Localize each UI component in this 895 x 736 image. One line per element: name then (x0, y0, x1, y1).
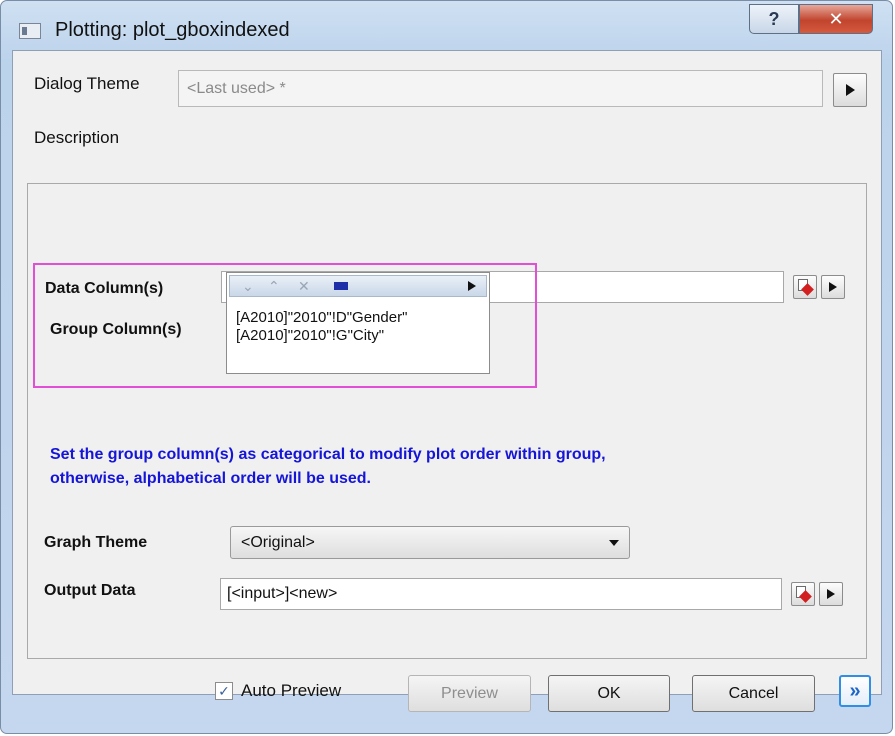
auto-preview-label[interactable]: Auto Preview (241, 681, 341, 701)
output-data-label: Output Data (44, 582, 136, 599)
group-list-toolbar: ⌄ ⌃ ✕ (229, 275, 487, 297)
graph-theme-select[interactable]: <Original> (230, 526, 630, 559)
select-bar-icon[interactable] (334, 282, 348, 290)
output-data-field[interactable]: [<input>]<new> (220, 578, 782, 610)
group-order-note: Set the group column(s) as categorical t… (50, 443, 606, 491)
window-title: Plotting: plot_gboxindexed (55, 19, 290, 41)
help-button[interactable]: ? (749, 4, 799, 34)
graph-theme-value: <Original> (241, 534, 315, 551)
dialog-body: Dialog Theme <Last used> * Description D… (12, 50, 882, 695)
triangle-right-icon (827, 589, 835, 599)
dialog-theme-label: Dialog Theme (34, 74, 140, 93)
delete-x-icon[interactable]: ✕ (298, 278, 310, 294)
double-chevron-right-icon: » (849, 679, 861, 702)
expand-more-button[interactable]: » (839, 675, 871, 707)
list-item[interactable]: [A2010]"2010"!G"City" (227, 327, 489, 345)
group-columns-list[interactable]: ⌄ ⌃ ✕ [A2010]"2010"!D"Gender" [A2010]"20… (226, 272, 490, 374)
group-columns-label: Group Column(s) (50, 321, 182, 338)
data-columns-picker-button[interactable] (793, 275, 817, 299)
note-line-1: Set the group column(s) as categorical t… (50, 446, 606, 463)
preview-button[interactable]: Preview (408, 675, 531, 712)
close-icon: ✕ (828, 8, 844, 29)
down-chevron-icon[interactable]: ⌄ (242, 278, 254, 294)
ok-button[interactable]: OK (548, 675, 670, 712)
description-label: Description (34, 128, 120, 147)
title-bar[interactable]: Plotting: plot_gboxindexed ? ✕ (1, 1, 892, 51)
output-data-menu-button[interactable] (819, 582, 843, 606)
triangle-right-icon (829, 282, 837, 292)
data-columns-menu-button[interactable] (821, 275, 845, 299)
triangle-right-icon (845, 84, 855, 96)
auto-preview-checkbox[interactable]: ✓ (215, 682, 233, 700)
play-menu-icon[interactable] (468, 281, 476, 291)
list-item[interactable]: [A2010]"2010"!D"Gender" (227, 309, 489, 327)
up-chevron-icon[interactable]: ⌃ (268, 278, 280, 294)
output-data-picker-button[interactable] (791, 582, 815, 606)
note-line-2: otherwise, alphabetical order will be us… (50, 470, 371, 487)
dialog-theme-field[interactable]: <Last used> * (178, 70, 823, 107)
dialog-window: Plotting: plot_gboxindexed ? ✕ Dialog Th… (0, 0, 893, 734)
dialog-theme-menu-button[interactable] (833, 73, 867, 107)
chevron-down-icon (609, 540, 619, 546)
question-mark-icon: ? (768, 8, 780, 29)
graph-theme-label: Graph Theme (44, 534, 148, 551)
app-window-icon (19, 23, 41, 39)
cancel-button[interactable]: Cancel (692, 675, 815, 712)
close-button[interactable]: ✕ (799, 4, 873, 34)
